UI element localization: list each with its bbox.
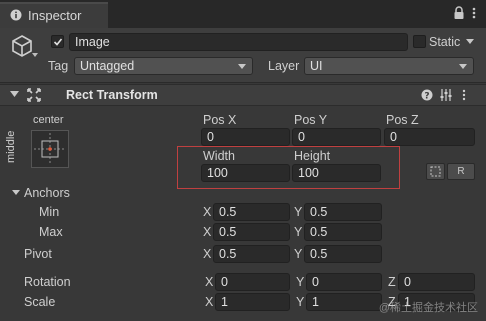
static-dropdown-icon[interactable] — [466, 39, 474, 45]
scale-y-input[interactable]: 1 — [306, 293, 382, 311]
chevron-down-icon — [238, 64, 246, 69]
rot-x-axis-label: X — [205, 275, 214, 289]
scale-x-axis-label: X — [205, 295, 214, 309]
pos-z-label: Pos Z — [386, 113, 419, 127]
raw-edit-button[interactable]: R — [447, 163, 475, 180]
pos-x-input[interactable]: 0 — [201, 128, 290, 146]
layer-dropdown[interactable]: UI — [304, 57, 474, 75]
anchor-vertical-label: middle — [5, 130, 17, 163]
pos-x-label: Pos X — [203, 113, 237, 127]
max-x-input[interactable]: 0.5 — [213, 223, 290, 241]
width-label: Width — [203, 149, 235, 163]
scale-x-input[interactable]: 1 — [215, 293, 290, 311]
static-label: Static — [429, 35, 461, 49]
tag-value: Untagged — [80, 59, 135, 73]
static-checkbox[interactable] — [413, 35, 426, 48]
layer-label: Layer — [268, 59, 300, 73]
svg-text:?: ? — [424, 91, 429, 101]
gameobject-cube-icon[interactable] — [10, 34, 34, 58]
help-icon[interactable]: ? — [421, 89, 433, 101]
max-y-axis-label: Y — [294, 225, 303, 239]
tab-bar: Inspector — [0, 0, 486, 28]
chevron-down-icon — [459, 64, 467, 69]
pivot-label: Pivot — [24, 247, 52, 261]
rotation-y-input[interactable]: 0 — [306, 273, 382, 291]
pos-z-input[interactable]: 0 — [384, 128, 475, 146]
rotation-label: Rotation — [24, 275, 71, 289]
tab-label: Inspector — [28, 8, 82, 23]
rot-y-axis-label: Y — [296, 275, 305, 289]
blueprint-mode-button[interactable] — [426, 163, 445, 180]
min-label: Min — [39, 205, 60, 219]
min-y-input[interactable]: 0.5 — [304, 203, 382, 221]
pivot-y-input[interactable]: 0.5 — [304, 245, 382, 263]
anchors-foldout-icon[interactable] — [12, 190, 20, 196]
pos-y-input[interactable]: 0 — [292, 128, 381, 146]
dotted-square-icon — [430, 166, 441, 177]
scale-label: Scale — [24, 295, 56, 309]
chevron-down-icon[interactable] — [32, 52, 38, 58]
pivot-x-axis-label: X — [203, 247, 212, 261]
checkmark-icon — [53, 38, 63, 46]
active-checkbox[interactable] — [51, 35, 64, 48]
width-input[interactable]: 100 — [201, 164, 290, 182]
min-x-axis-label: X — [203, 205, 212, 219]
pos-y-label: Pos Y — [294, 113, 328, 127]
max-label: Max — [39, 225, 63, 239]
max-y-input[interactable]: 0.5 — [304, 223, 382, 241]
kebab-menu-icon[interactable] — [471, 6, 477, 20]
anchor-horizontal-label: center — [33, 114, 64, 126]
tag-label: Tag — [48, 59, 69, 73]
anchor-presets-button[interactable] — [31, 130, 69, 168]
height-label: Height — [294, 149, 331, 163]
kebab-menu-icon[interactable] — [462, 89, 466, 101]
scale-y-axis-label: Y — [296, 295, 305, 309]
min-y-axis-label: Y — [294, 205, 303, 219]
anchor-preset-icon — [34, 133, 66, 165]
pivot-y-axis-label: Y — [294, 247, 303, 261]
foldout-arrow-icon[interactable] — [10, 91, 19, 98]
lock-icon[interactable] — [453, 6, 465, 20]
rect-transform-icon — [27, 88, 41, 102]
watermark-text: @稀土掘金技术社区 — [378, 302, 478, 314]
rotation-z-input[interactable]: 0 — [398, 273, 475, 291]
anchors-label[interactable]: Anchors — [24, 186, 70, 200]
info-icon — [10, 9, 22, 21]
presets-icon[interactable] — [440, 89, 452, 101]
min-x-input[interactable]: 0.5 — [213, 203, 290, 221]
height-input[interactable]: 100 — [292, 164, 381, 182]
tag-dropdown[interactable]: Untagged — [74, 57, 253, 75]
gameobject-header: Image Static Tag Untagged Layer UI — [0, 28, 486, 83]
layer-value: UI — [310, 59, 323, 73]
max-x-axis-label: X — [203, 225, 212, 239]
tab-inspector[interactable]: Inspector — [0, 2, 108, 28]
rot-z-axis-label: Z — [388, 275, 396, 289]
rotation-x-input[interactable]: 0 — [215, 273, 290, 291]
pivot-x-input[interactable]: 0.5 — [213, 245, 290, 263]
name-field[interactable]: Image — [69, 33, 408, 51]
component-title: Rect Transform — [66, 88, 158, 102]
rect-transform-header[interactable]: Rect Transform ? — [0, 84, 486, 106]
